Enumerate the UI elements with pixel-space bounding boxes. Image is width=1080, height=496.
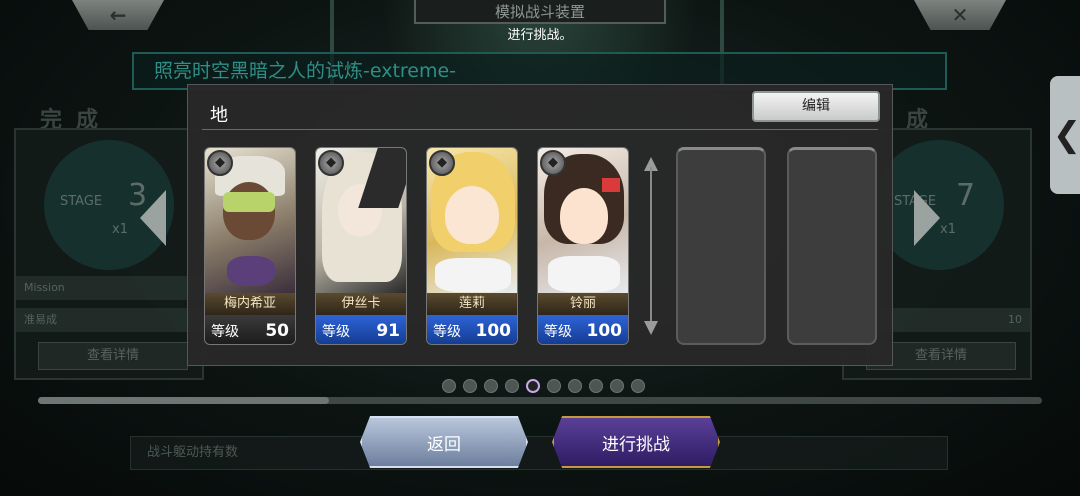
- unit-level-bar: 等级 100: [538, 315, 628, 344]
- page-dot[interactable]: [631, 379, 645, 393]
- unit-name: 梅内希亚: [205, 293, 295, 315]
- page-dot[interactable]: [568, 379, 582, 393]
- element-badge-icon: ◆: [429, 150, 455, 176]
- level-label: 等级: [322, 323, 350, 340]
- page-dot[interactable]: [526, 379, 540, 393]
- unit-name: 伊丝卡: [316, 293, 406, 315]
- level-value: 91: [376, 320, 400, 341]
- level-label: 等级: [433, 323, 461, 340]
- mission-row: Mission: [16, 276, 202, 300]
- unit-name: 铃丽: [538, 293, 628, 315]
- empty-unit-slot[interactable]: [787, 147, 877, 345]
- page-dot[interactable]: [610, 379, 624, 393]
- page-dot[interactable]: [463, 379, 477, 393]
- element-title: 地: [210, 105, 228, 126]
- page-dot[interactable]: [484, 379, 498, 393]
- element-badge-icon: ◆: [207, 150, 233, 176]
- scroll-progress[interactable]: [38, 397, 1042, 404]
- page-dot[interactable]: [505, 379, 519, 393]
- divider: [202, 129, 878, 130]
- previous-stage-arrow[interactable]: [140, 190, 166, 246]
- stage-label: STAGE: [60, 194, 103, 209]
- stage-multiplier: x1: [940, 222, 956, 237]
- stage-multiplier: x1: [112, 222, 128, 237]
- scroll-progress-fill: [38, 397, 330, 404]
- unit-card[interactable]: ◆ 梅内希亚 等级 50: [204, 147, 296, 345]
- stage-number: 7: [956, 178, 976, 213]
- level-value: 100: [475, 320, 512, 341]
- page-dot[interactable]: [547, 379, 561, 393]
- level-value: 50: [265, 320, 289, 341]
- edit-button[interactable]: 编辑: [752, 91, 880, 122]
- page-title: 模拟战斗装置: [414, 0, 666, 24]
- view-details-button[interactable]: 查看详情: [38, 342, 188, 370]
- page-dot[interactable]: [589, 379, 603, 393]
- hint-text: 进行挑战。: [507, 28, 573, 43]
- status-row: 准易成: [16, 308, 202, 332]
- empty-unit-slot[interactable]: [676, 147, 766, 345]
- unit-card[interactable]: ◆ 铃丽 等级 100: [537, 147, 629, 345]
- scroll-indicator: [644, 157, 658, 335]
- unit-name: 莲莉: [427, 293, 517, 315]
- level-label: 等级: [211, 323, 239, 340]
- page-dot[interactable]: [442, 379, 456, 393]
- element-badge-icon: ◆: [318, 150, 344, 176]
- level-value: 100: [586, 320, 623, 341]
- level-label: 等级: [544, 323, 572, 340]
- unit-level-bar: 等级 100: [427, 315, 517, 344]
- unit-level-bar: 等级 91: [316, 315, 406, 344]
- unit-card[interactable]: ◆ 莲莉 等级 100: [426, 147, 518, 345]
- stage-card-left[interactable]: STAGE 3 x1 Mission 准易成 查看详情: [14, 128, 204, 380]
- unit-card[interactable]: ◆ 伊丝卡 等级 91: [315, 147, 407, 345]
- element-badge-icon: ◆: [540, 150, 566, 176]
- page-indicator: [442, 379, 645, 393]
- start-challenge-button[interactable]: 进行挑战: [552, 416, 720, 468]
- unit-level-bar: 等级 50: [205, 315, 295, 344]
- battle-count-bar: 战斗躯动持有数: [130, 436, 948, 470]
- next-stage-arrow[interactable]: [914, 190, 940, 246]
- chevron-left-icon: ❮: [1052, 115, 1080, 155]
- scroll-down-icon: [644, 321, 658, 335]
- party-dialog: 地 编辑 ◆ 梅内希亚 等级 50 ◆ 伊丝卡 等级 91 ◆ 莲莉 等级 10…: [187, 84, 893, 366]
- side-panel-tab[interactable]: ❮: [1050, 76, 1080, 194]
- back-button[interactable]: 返回: [360, 416, 528, 468]
